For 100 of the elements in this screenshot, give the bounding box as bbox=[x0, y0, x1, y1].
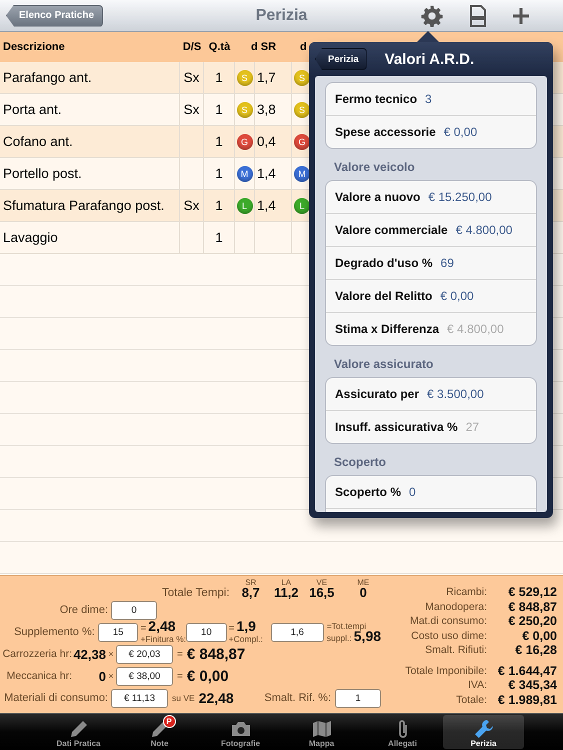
input-field[interactable]: 0 bbox=[111, 600, 157, 620]
table-cell: Portello post. bbox=[3, 166, 82, 181]
label: Ore dime: bbox=[58, 604, 109, 616]
input-field[interactable]: 10 bbox=[186, 622, 227, 642]
input-field[interactable]: 15 bbox=[98, 622, 138, 642]
setting-value[interactable]: € 4.800,00 bbox=[456, 223, 512, 237]
status-badge: S bbox=[236, 70, 252, 86]
tab[interactable]: Mappa bbox=[281, 715, 362, 749]
table-cell: 1,7 bbox=[257, 70, 276, 85]
value: € 1.644,47 bbox=[496, 664, 557, 678]
setting-value[interactable]: € 0,00 bbox=[440, 289, 474, 303]
column-header: d SR bbox=[250, 41, 278, 53]
status-badge: G bbox=[236, 134, 252, 150]
input-field[interactable]: € 11,13 bbox=[111, 688, 168, 708]
label: Totale Tempi: bbox=[162, 587, 231, 599]
label: +Compl.: bbox=[228, 634, 264, 644]
value: € 0,00 bbox=[186, 668, 229, 684]
table-cell: 0,4 bbox=[257, 134, 276, 149]
value: 16,5 bbox=[309, 587, 334, 599]
tab[interactable]: Dati Pratica bbox=[38, 715, 119, 749]
table-cell: 1,4 bbox=[257, 166, 276, 181]
tab[interactable]: Allegati bbox=[362, 715, 443, 749]
section-header: Valore veicolo bbox=[333, 159, 416, 176]
camera-icon bbox=[230, 720, 250, 736]
label: Carrozzeria hr: bbox=[2, 648, 72, 660]
value: € 250,20 bbox=[507, 614, 557, 628]
setting-value: 27 bbox=[466, 420, 480, 434]
label: Costo uso dime: bbox=[411, 630, 487, 642]
label: Supplemento %: bbox=[13, 626, 96, 638]
label: su VE bbox=[172, 693, 195, 703]
table-cell: Lavaggio bbox=[3, 230, 58, 245]
table-cell: 1 bbox=[215, 230, 223, 245]
label: +Finitura %: bbox=[140, 634, 186, 644]
setting-label: Valore commerciale bbox=[335, 223, 448, 237]
status-badge: L bbox=[294, 198, 310, 214]
setting-label: Fermo tecnico bbox=[335, 92, 418, 106]
input-field[interactable]: € 20,03 bbox=[116, 644, 173, 664]
setting-value[interactable]: 69 bbox=[440, 256, 454, 270]
back-button[interactable]: Perizia bbox=[315, 48, 367, 70]
tab[interactable]: P Note bbox=[119, 715, 200, 749]
multiply-sign: × bbox=[107, 649, 115, 659]
label: Materiali di consumo: bbox=[3, 692, 109, 704]
setting-label: Assicurato per bbox=[335, 387, 420, 401]
table-cell: 1 bbox=[215, 102, 223, 117]
label: =Tot.tempi bbox=[326, 621, 368, 631]
label: ME bbox=[357, 578, 370, 587]
table-cell: Parafango ant. bbox=[3, 70, 92, 85]
table-cell: Sx bbox=[184, 70, 200, 85]
label: Totale Imponibile: bbox=[405, 664, 487, 677]
input-field[interactable]: 1 bbox=[335, 688, 381, 708]
input-field[interactable]: € 38,00 bbox=[116, 666, 173, 686]
section-header: Scoperto bbox=[333, 454, 388, 471]
status-badge: S bbox=[294, 102, 310, 118]
label: VE bbox=[316, 578, 328, 587]
column-header: D/S bbox=[182, 41, 202, 53]
setting-value[interactable]: € 15.250,00 bbox=[428, 190, 492, 204]
label: Ricambi: bbox=[446, 586, 487, 598]
table-cell: 1 bbox=[215, 134, 223, 149]
label: Meccanica hr: bbox=[6, 670, 72, 682]
setting-value[interactable]: € 3.500,00 bbox=[427, 387, 484, 401]
setting-label: Valore a nuovo bbox=[335, 190, 420, 204]
nav-title: Perizia bbox=[256, 6, 308, 24]
document-icon[interactable] bbox=[469, 4, 487, 26]
status-badge: G bbox=[294, 134, 310, 150]
equals-sign: = bbox=[140, 624, 146, 634]
column-header: Q.tà bbox=[208, 41, 232, 53]
setting-label: Stima x Differenza bbox=[335, 322, 440, 336]
settings-icon[interactable] bbox=[421, 4, 443, 26]
multiply-sign: × bbox=[107, 671, 115, 681]
table-cell: 3,8 bbox=[257, 102, 276, 117]
setting-label: Valore del Relitto bbox=[335, 289, 432, 303]
setting-label: Spese accessorie bbox=[335, 125, 436, 139]
equals-sign: = bbox=[177, 648, 183, 660]
setting-value: € 4.800,00 bbox=[447, 322, 504, 336]
table-cell: 1 bbox=[215, 166, 223, 181]
value: € 1.989,81 bbox=[496, 692, 557, 707]
input-field[interactable]: 1,6 bbox=[270, 622, 324, 642]
value: € 0,00 bbox=[521, 628, 557, 643]
setting-value[interactable]: 3 bbox=[425, 92, 432, 106]
value: 0 bbox=[360, 587, 367, 599]
value: 22,48 bbox=[198, 690, 235, 706]
value: € 848,87 bbox=[186, 646, 246, 662]
tab[interactable]: Perizia bbox=[443, 715, 524, 749]
setting-value[interactable]: 0 bbox=[409, 485, 416, 499]
equals-sign: = bbox=[228, 624, 234, 634]
setting-value[interactable]: € 0,00 bbox=[444, 125, 478, 139]
status-badge: M bbox=[236, 166, 252, 182]
value: 5,98 bbox=[354, 631, 382, 641]
status-badge: S bbox=[236, 102, 252, 118]
value: € 345,34 bbox=[507, 678, 557, 692]
value: 8,7 bbox=[242, 587, 260, 599]
label: Totale: bbox=[456, 694, 487, 706]
equals-sign: = bbox=[177, 670, 183, 682]
notification-badge: P bbox=[162, 715, 176, 728]
table-cell: 1,4 bbox=[257, 198, 276, 213]
tab[interactable]: Fotografie bbox=[200, 715, 281, 749]
column-header: d bbox=[299, 41, 307, 53]
table-cell: Sx bbox=[184, 102, 200, 117]
map-icon bbox=[312, 720, 332, 738]
plus-icon[interactable] bbox=[513, 8, 529, 24]
